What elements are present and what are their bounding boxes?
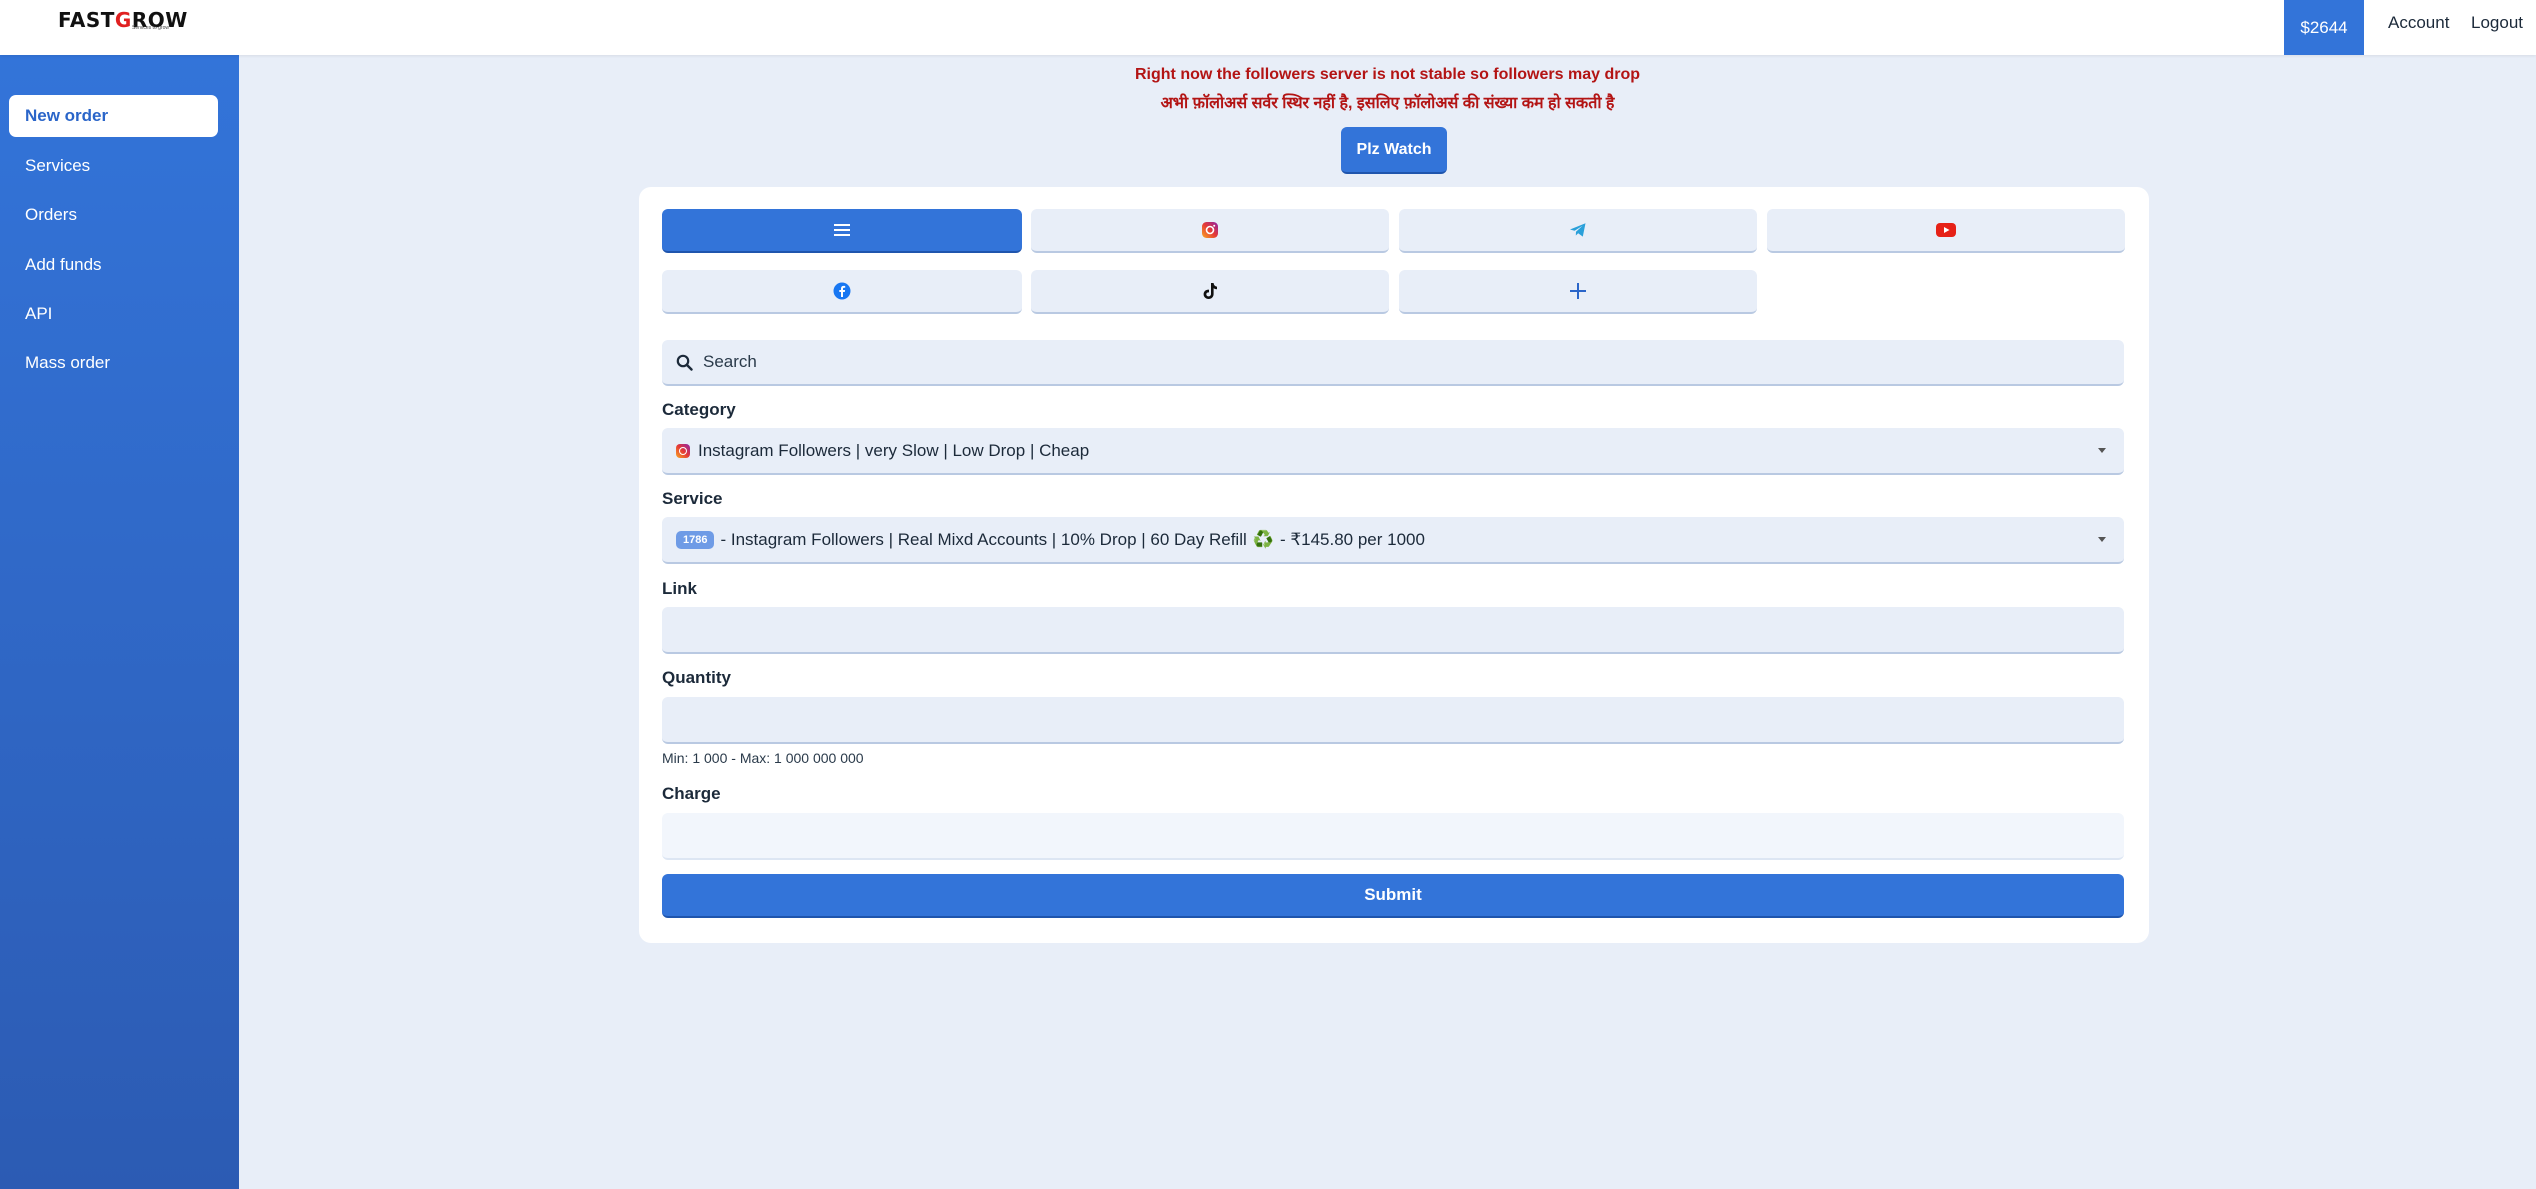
facebook-icon (833, 282, 851, 300)
search-box[interactable] (662, 340, 2124, 386)
notice-english: Right now the followers server is not st… (1135, 66, 1640, 83)
quantity-field-wrapper (662, 697, 2124, 744)
filter-other-button[interactable] (1399, 270, 1757, 314)
link-field-wrapper (662, 607, 2124, 654)
quantity-hint: Min: 1 000 - Max: 1 000 000 000 (662, 750, 864, 766)
quantity-label: Quantity (662, 668, 731, 687)
filter-instagram-button[interactable] (1031, 209, 1389, 253)
watch-button[interactable]: Plz Watch (1341, 127, 1447, 174)
filter-telegram-button[interactable] (1399, 209, 1757, 253)
new-order-card: Category Instagram Followers | very Slow… (639, 187, 2149, 943)
service-select[interactable]: 1786 - Instagram Followers | Real Mixd A… (662, 517, 2124, 564)
sidebar-item-add-funds[interactable]: Add funds (9, 244, 218, 286)
logout-link[interactable]: Logout (2471, 0, 2523, 45)
instagram-icon (1202, 222, 1218, 238)
sidebar-item-api[interactable]: API (9, 293, 218, 335)
balance-badge[interactable]: $2644 (2284, 0, 2364, 55)
category-selected-value: Instagram Followers | very Slow | Low Dr… (698, 440, 1090, 460)
service-price: - ₹145.80 per 1000 (1279, 529, 1425, 549)
sidebar-item-new-order[interactable]: New order (9, 95, 218, 137)
menu-icon (834, 224, 850, 236)
dropdown-caret-icon (2098, 448, 2106, 453)
quantity-input[interactable] (662, 697, 2124, 742)
charge-field-wrapper (662, 813, 2124, 860)
sidebar-item-services[interactable]: Services (9, 145, 218, 187)
category-select[interactable]: Instagram Followers | very Slow | Low Dr… (662, 428, 2124, 475)
plus-icon (1570, 283, 1586, 299)
filter-tiktok-button[interactable] (1031, 270, 1389, 314)
charge-input (662, 813, 2124, 858)
category-label: Category (662, 400, 736, 419)
instagram-icon (676, 443, 690, 458)
tiktok-icon (1203, 283, 1217, 299)
service-label: Service (662, 489, 723, 508)
sidebar-item-orders[interactable]: Orders (9, 194, 218, 236)
submit-button[interactable]: Submit (662, 874, 2124, 918)
dropdown-caret-icon (2098, 537, 2106, 542)
filter-facebook-button[interactable] (662, 270, 1022, 314)
logo-text-highlight: G (114, 8, 132, 32)
sidebar: New order Services Orders Add funds API … (0, 55, 239, 1189)
notice-hindi: अभी फ़ॉलोअर्स सर्वर स्थिर नहीं है, इसलिए… (1160, 95, 1615, 112)
sidebar-item-mass-order[interactable]: Mass order (9, 342, 218, 384)
service-selected-value: - Instagram Followers | Real Mixd Accoun… (720, 529, 1247, 549)
search-icon (676, 354, 693, 371)
service-id-badge: 1786 (676, 530, 715, 549)
telegram-icon (1570, 223, 1586, 237)
charge-label: Charge (662, 784, 721, 803)
search-input[interactable] (703, 352, 2103, 372)
filter-youtube-button[interactable] (1767, 209, 2125, 253)
top-navbar: FASTGROW Services to grow $2644 Account … (0, 0, 2536, 55)
logo-tagline: Services to grow (132, 25, 169, 31)
filter-all-button[interactable] (662, 209, 1022, 253)
link-label: Link (662, 579, 697, 598)
logo-text-part: FAST (58, 8, 115, 32)
account-link[interactable]: Account (2388, 0, 2449, 45)
link-input[interactable] (662, 607, 2124, 652)
youtube-icon (1936, 223, 1956, 237)
recycle-icon: ♻️ (1252, 529, 1274, 549)
